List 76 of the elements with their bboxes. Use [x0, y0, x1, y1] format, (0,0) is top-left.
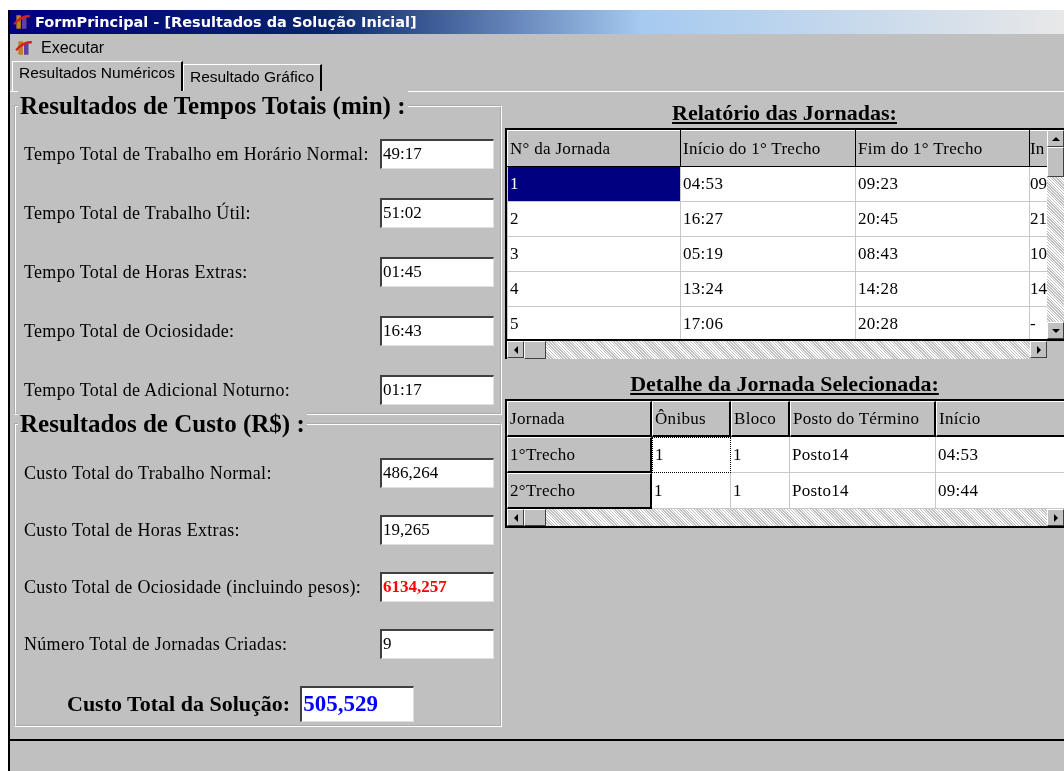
row-header[interactable]: 1°Trecho: [507, 437, 652, 473]
field-label: Tempo Total de Trabalho Útil:: [24, 202, 251, 224]
column-header[interactable]: Jornada: [507, 401, 652, 437]
horizontal-scrollbar[interactable]: [507, 341, 1047, 359]
column-header[interactable]: Ônibus: [652, 401, 731, 437]
scroll-right-button[interactable]: [1047, 509, 1064, 526]
table-cell[interactable]: 20:45: [855, 201, 1030, 237]
field-label: Tempo Total de Horas Extras:: [24, 261, 248, 283]
table-cell[interactable]: 1: [652, 473, 731, 509]
column-header[interactable]: Início: [936, 401, 1064, 437]
table-cell[interactable]: 4: [507, 271, 681, 307]
table-cell[interactable]: 2: [507, 201, 681, 237]
right-arrow-icon: [1034, 345, 1043, 354]
column-header[interactable]: Posto do Término: [790, 401, 936, 437]
table-cell[interactable]: Posto14: [790, 437, 936, 473]
total-label: Custo Total da Solução:: [67, 691, 291, 717]
scrollbar-thumb[interactable]: [1047, 147, 1064, 177]
row-header[interactable]: 2°Trecho: [507, 473, 652, 509]
scroll-left-button[interactable]: [507, 509, 524, 526]
table-cell[interactable]: 1: [731, 437, 790, 473]
right-arrow-icon: [1051, 513, 1060, 522]
column-header[interactable]: Bloco: [731, 401, 790, 437]
text-field[interactable]: 01:17: [380, 375, 494, 405]
scrollbar-thumb[interactable]: [524, 341, 546, 359]
scrollbar-thumb[interactable]: [524, 509, 546, 526]
text-field[interactable]: 19,265: [380, 515, 494, 545]
table-cell[interactable]: 09:44: [936, 473, 1064, 509]
app-icon: [15, 39, 33, 57]
table-cell[interactable]: 17:06: [680, 306, 856, 339]
scroll-right-button[interactable]: [1030, 341, 1047, 358]
window-title: FormPrincipal - [Resultados da Solução Inicial]: [35, 14, 417, 30]
table-title: Detalhe da Jornada Selecionada:: [629, 370, 940, 398]
horizontal-scrollbar[interactable]: [507, 509, 1064, 526]
up-arrow-icon: [1051, 134, 1060, 143]
table-cell[interactable]: 04:53: [680, 166, 856, 202]
scroll-down-button[interactable]: [1047, 322, 1064, 339]
table-cell[interactable]: 1: [652, 437, 731, 473]
total-field[interactable]: 505,529: [300, 686, 415, 722]
field-label: Número Total de Jornadas Criadas:: [24, 633, 288, 655]
text-field[interactable]: 01:45: [380, 257, 494, 287]
table-cell[interactable]: 13:24: [680, 271, 856, 307]
table-cell[interactable]: 1: [507, 166, 681, 202]
text-field[interactable]: 51:02: [380, 198, 494, 228]
table-title: Relatório das Jornadas:: [671, 99, 898, 127]
field-label: Tempo Total de Trabalho em Horário Normal:: [24, 143, 369, 165]
text-field[interactable]: 49:17: [380, 139, 494, 169]
table-cell[interactable]: 08:43: [855, 236, 1030, 272]
app-icon: [13, 13, 31, 31]
text-field[interactable]: 9: [380, 629, 494, 659]
group-title: Resultados de Tempos Totais (min) :: [18, 91, 408, 121]
text-field[interactable]: 486,264: [380, 458, 494, 488]
table-cell[interactable]: Posto14: [790, 473, 936, 509]
text-field[interactable]: 16:43: [380, 316, 494, 346]
table-cell[interactable]: 20:28: [855, 306, 1030, 339]
table-cell[interactable]: 14:28: [855, 271, 1030, 307]
field-label: Custo Total de Horas Extras:: [24, 519, 240, 541]
table-cell[interactable]: 3: [507, 236, 681, 272]
field-label: Custo Total do Trabalho Normal:: [24, 462, 272, 484]
column-header[interactable]: Início do 1° Trecho: [680, 130, 856, 167]
table-cell[interactable]: 16:27: [680, 201, 856, 237]
vertical-scrollbar[interactable]: [1047, 130, 1064, 339]
down-arrow-icon: [1051, 326, 1060, 335]
table-cell[interactable]: 1: [731, 473, 790, 509]
scroll-up-button[interactable]: [1047, 130, 1064, 147]
table-cell[interactable]: 05:19: [680, 236, 856, 272]
text-field[interactable]: 6134,257: [380, 572, 494, 602]
column-header[interactable]: Fim do 1° Trecho: [855, 130, 1030, 167]
table-cell[interactable]: 09:23: [855, 166, 1030, 202]
menu-item[interactable]: Executar: [41, 39, 105, 57]
field-label: Tempo Total de Adicional Noturno:: [24, 379, 290, 401]
table-cell[interactable]: 5: [507, 306, 681, 339]
column-header[interactable]: N° da Jornada: [507, 130, 681, 167]
field-label: Tempo Total de Ociosidade:: [24, 320, 235, 342]
scroll-left-button[interactable]: [507, 341, 524, 358]
table-cell[interactable]: 04:53: [936, 437, 1064, 473]
field-label: Custo Total de Ociosidade (incluindo pesos):: [24, 576, 362, 598]
